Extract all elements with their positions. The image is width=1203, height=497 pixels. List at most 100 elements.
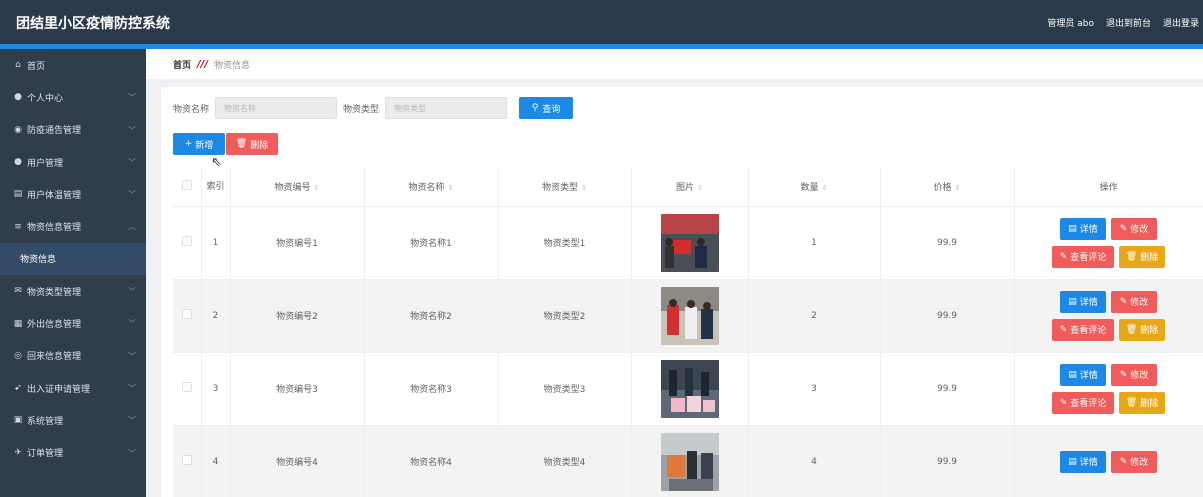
column-header-code[interactable]: 物资编号 ⇕: [230, 168, 365, 207]
table-row: 4 物资编号4 物资名称4 物资类型4 4 99.9 ▤ 详情 ✎ 修改: [173, 425, 1203, 497]
sidebar-item-system[interactable]: ▣ 系统管理 ﹀: [0, 404, 146, 436]
delete-button[interactable]: 🗑 删除: [1119, 245, 1165, 268]
chevron-down-icon: ﹀: [128, 157, 136, 167]
row-name: 物资名称4: [364, 425, 499, 497]
row-index: 3: [201, 352, 231, 426]
detail-button[interactable]: ▤ 详情: [1060, 363, 1106, 386]
sidebar-item-personal-center[interactable]: ● 个人中心 ﹀: [0, 81, 146, 113]
chevron-down-icon: ﹀: [128, 287, 136, 297]
delete-label: 删除: [1140, 253, 1159, 263]
delete-label: 删除: [1140, 399, 1159, 409]
sidebar-item-temperature[interactable]: ▤ 用户体温管理 ﹀: [0, 178, 146, 210]
row-image-cell: [631, 206, 749, 280]
material-type-label: 物资类型: [343, 104, 380, 115]
material-image[interactable]: [660, 286, 719, 345]
breadcrumb-current: 物资信息: [213, 60, 250, 71]
sidebar-item-label: 用户体温管理: [27, 190, 82, 201]
material-image[interactable]: [660, 213, 719, 272]
row-code: 物资编号2: [230, 279, 365, 353]
material-image[interactable]: [660, 432, 719, 491]
row-checkbox[interactable]: [181, 382, 192, 392]
view-reviews-button[interactable]: ✎ 查看评论: [1052, 318, 1114, 341]
sidebar-item-users[interactable]: ● 用户管理 ﹀: [0, 146, 146, 178]
sidebar-item-home[interactable]: ⌂ 首页: [0, 49, 146, 81]
search-button[interactable]: ⚲ 查询: [519, 97, 574, 119]
column-header-name[interactable]: 物资名称 ⇕: [364, 168, 499, 207]
column-header-quantity[interactable]: 数量 ⇕: [748, 168, 881, 207]
back-frontend-link[interactable]: 退出到前台: [1106, 16, 1151, 29]
select-all-cell[interactable]: [173, 168, 202, 207]
row-actions: ▤ 详情 ✎ 修改 ✎ 查看评论 🗑 删除: [1014, 279, 1203, 353]
edit-button[interactable]: ✎ 修改: [1111, 217, 1157, 240]
sidebar-item-label: 出入证申请管理: [27, 384, 91, 395]
material-image[interactable]: [660, 359, 719, 418]
sidebar-item-notices[interactable]: ◉ 防疫通告管理 ﹀: [0, 114, 146, 146]
table-row: 2 物资编号2 物资名称2 物资类型2 2 99.9 ▤ 详情 ✎ 修改 ✎ 查…: [173, 279, 1203, 353]
view-reviews-button[interactable]: ✎ 查看评论: [1052, 391, 1114, 414]
action-row: + 新增 🗑 删除: [173, 133, 278, 155]
material-type-input[interactable]: [385, 97, 508, 119]
edit-label: 修改: [1130, 225, 1149, 235]
row-price: 99.9: [880, 279, 1015, 353]
row-checkbox[interactable]: [181, 309, 192, 319]
edit-label: 修改: [1130, 298, 1149, 308]
row-checkbox[interactable]: [181, 236, 192, 246]
bulk-delete-button[interactable]: 🗑 删除: [226, 133, 278, 155]
edit-button[interactable]: ✎ 修改: [1111, 450, 1157, 473]
edit-button[interactable]: ✎ 修改: [1111, 290, 1157, 313]
doc-icon: ▤: [13, 189, 23, 200]
row-name: 物资名称2: [364, 279, 499, 353]
sidebar-item-material-type[interactable]: ✉ 物资类型管理 ﹀: [0, 275, 146, 307]
detail-button[interactable]: ▤ 详情: [1060, 450, 1106, 473]
row-select-cell[interactable]: [173, 279, 202, 353]
sidebar-item-label: 系统管理: [27, 416, 64, 427]
detail-label: 详情: [1079, 458, 1098, 468]
select-all-checkbox[interactable]: [181, 180, 192, 191]
sidebar-item-pass-application[interactable]: ➹ 出入证申请管理 ﹀: [0, 372, 146, 404]
table-header-row: 索引 物资编号 ⇕ 物资名称 ⇕ 物资类型 ⇕ 图片 ⇕ 数量 ⇕ 价格 ⇕ 操作: [173, 168, 1203, 207]
view-reviews-button[interactable]: ✎ 查看评论: [1052, 245, 1114, 268]
header-label: 数量: [800, 183, 819, 194]
edit-button[interactable]: ✎ 修改: [1111, 363, 1157, 386]
row-select-cell[interactable]: [173, 206, 202, 280]
delete-button[interactable]: 🗑 删除: [1119, 318, 1165, 341]
column-header-type[interactable]: 物资类型 ⇕: [498, 168, 632, 207]
detail-button[interactable]: ▤ 详情: [1060, 290, 1106, 313]
delete-button[interactable]: 🗑 删除: [1119, 391, 1165, 414]
user-icon: ●: [14, 157, 22, 168]
search-icon: ⚲: [531, 103, 539, 113]
sidebar-item-material-info-mgmt[interactable]: ≡ 物资信息管理 ︿: [0, 210, 146, 242]
detail-button[interactable]: ▤ 详情: [1060, 217, 1106, 240]
row-type: 物资类型2: [498, 279, 632, 353]
column-header-image[interactable]: 图片 ⇕: [631, 168, 749, 207]
admin-label: 管理员 abo: [1047, 19, 1094, 29]
sort-icon: ⇕: [313, 184, 320, 193]
column-header-price[interactable]: 价格 ⇕: [880, 168, 1015, 207]
sidebar-item-material-info[interactable]: 物资信息: [0, 242, 146, 276]
row-checkbox[interactable]: [181, 455, 192, 465]
sidebar-item-returning[interactable]: ◎ 回来信息管理 ﹀: [0, 340, 146, 372]
material-name-input[interactable]: [215, 97, 338, 119]
sidebar-item-orders[interactable]: ✈ 订单管理 ﹀: [0, 437, 146, 469]
breadcrumb-separator: ///: [197, 58, 208, 70]
logout-link[interactable]: 退出登录: [1163, 16, 1199, 29]
row-select-cell[interactable]: [173, 425, 202, 497]
breadcrumb-home[interactable]: 首页: [173, 58, 191, 71]
row-price: 99.9: [880, 425, 1015, 497]
sidebar-item-label: 物资信息管理: [27, 223, 82, 234]
home-icon: ⌂: [15, 60, 21, 71]
sidebar-item-label: 订单管理: [27, 449, 64, 460]
column-header-index: 索引: [201, 168, 231, 207]
edit-icon: ✎: [1119, 456, 1128, 467]
menu-icon: ≡: [14, 221, 22, 232]
add-button[interactable]: + 新增: [173, 133, 225, 155]
sidebar-item-going-out[interactable]: ▦ 外出信息管理 ﹀: [0, 307, 146, 339]
sort-icon: ⇕: [447, 184, 454, 193]
chevron-down-icon: ﹀: [128, 93, 136, 103]
sidebar-item-label: 个人中心: [27, 93, 64, 104]
row-image-cell: [631, 352, 749, 426]
row-select-cell[interactable]: [173, 352, 202, 426]
review-label: 查看评论: [1070, 326, 1107, 336]
edit-icon: ✎: [1119, 223, 1128, 234]
sort-icon: ⇕: [697, 184, 703, 193]
